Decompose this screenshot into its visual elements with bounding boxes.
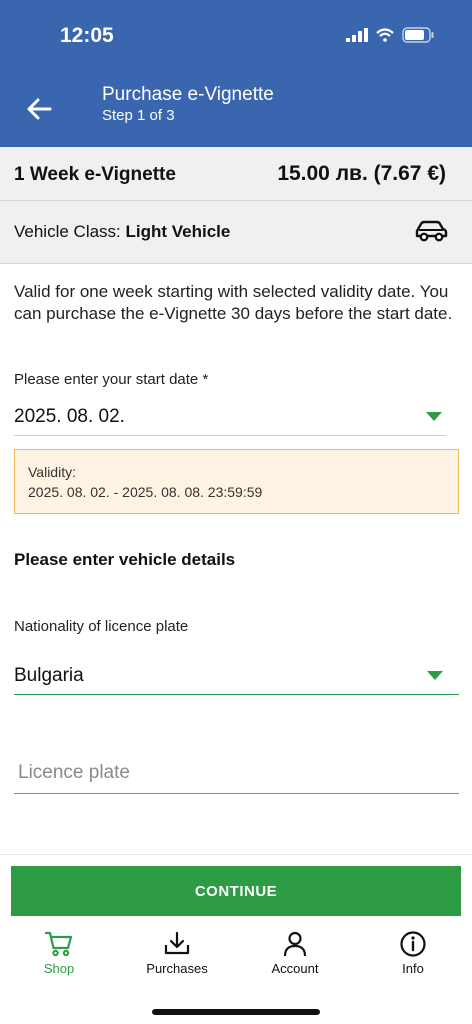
nationality-value: Bulgaria — [14, 665, 84, 686]
continue-button[interactable]: CONTINUE — [11, 866, 461, 916]
tab-account[interactable]: Account — [236, 925, 354, 985]
tab-shop-label: Shop — [43, 961, 75, 976]
tab-info[interactable]: Info — [354, 925, 472, 985]
nationality-label: Nationality of licence plate — [14, 618, 189, 635]
tab-bar: Shop Purchases Account Info — [0, 925, 472, 985]
car-icon — [415, 220, 448, 242]
bottom-area: CONTINUE Shop Purchases Account Info — [0, 854, 472, 1024]
cart-icon — [45, 931, 73, 957]
vehicle-class-label: Vehicle Class: Light Vehicle — [14, 222, 230, 242]
home-indicator — [152, 1009, 320, 1015]
tab-info-label: Info — [402, 961, 424, 976]
person-icon — [283, 931, 307, 957]
page-title: Purchase e-Vignette — [102, 84, 274, 105]
vehicle-class-value: Light Vehicle — [125, 222, 231, 241]
licence-plate-input[interactable] — [14, 752, 459, 794]
validity-label: Validity: — [28, 464, 76, 480]
nationality-select[interactable]: Bulgaria — [14, 657, 459, 695]
product-name: 1 Week e-Vignette — [14, 164, 176, 185]
validity-value: 2025. 08. 02. - 2025. 08. 08. 23:59:59 — [28, 484, 263, 500]
signal-icon — [346, 28, 368, 42]
vehicle-class-row: Vehicle Class: Light Vehicle — [0, 201, 472, 264]
back-button[interactable] — [22, 92, 56, 126]
start-date-label: Please enter your start date * — [14, 371, 209, 388]
product-description: Valid for one week starting with selecte… — [14, 282, 453, 323]
validity-box: Validity: 2025. 08. 02. - 2025. 08. 08. … — [14, 449, 459, 514]
start-date-select[interactable]: 2025. 08. 02. — [14, 398, 446, 436]
wifi-icon — [376, 28, 394, 42]
arrow-left-icon — [27, 98, 52, 120]
status-icons — [346, 27, 434, 43]
tab-account-label: Account — [271, 961, 319, 976]
caret-down-icon — [427, 671, 443, 680]
download-icon — [164, 931, 190, 955]
info-icon — [400, 931, 426, 957]
status-time: 12:05 — [60, 24, 114, 47]
product-price: 15.00 лв. (7.67 €) — [277, 162, 446, 185]
battery-icon — [402, 27, 434, 43]
tab-shop[interactable]: Shop — [0, 925, 118, 985]
app-header: 12:05 Purchase e-Vignette Step 1 of 3 — [0, 0, 472, 147]
tab-purchases[interactable]: Purchases — [118, 925, 236, 985]
vehicle-section-title: Please enter vehicle details — [14, 550, 236, 569]
vehicle-class-prefix: Vehicle Class: — [14, 222, 126, 241]
step-indicator: Step 1 of 3 — [102, 107, 175, 124]
product-row: 1 Week e-Vignette 15.00 лв. (7.67 €) — [0, 147, 472, 201]
start-date-value: 2025. 08. 02. — [14, 406, 125, 427]
tab-purchases-label: Purchases — [146, 961, 208, 976]
caret-down-icon — [426, 412, 442, 421]
